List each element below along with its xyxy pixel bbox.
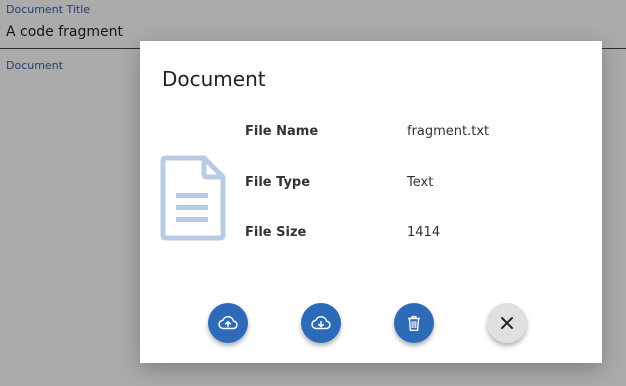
trash-icon: [408, 315, 420, 332]
file-type-label: File Type: [245, 175, 311, 190]
file-type-row: File Type Text: [245, 175, 585, 195]
dialog-title: Document: [162, 67, 266, 91]
upload-button[interactable]: [208, 303, 248, 343]
close-button[interactable]: [487, 303, 527, 343]
download-button[interactable]: [301, 303, 341, 343]
file-size-value: 1414: [407, 225, 441, 240]
file-name-value: fragment.txt: [407, 124, 490, 139]
document-icon: [160, 155, 226, 241]
file-type-value: Text: [407, 175, 434, 190]
delete-button[interactable]: [394, 303, 434, 343]
file-size-label: File Size: [245, 225, 307, 240]
close-icon: [501, 317, 513, 329]
cloud-download-icon: [311, 315, 331, 330]
file-name-row: File Name fragment.txt: [245, 124, 585, 144]
document-dialog: Document File Name fragment.txt File Typ…: [140, 41, 602, 363]
cloud-upload-icon: [218, 315, 238, 330]
file-name-label: File Name: [245, 124, 319, 139]
file-size-row: File Size 1414: [245, 225, 585, 245]
